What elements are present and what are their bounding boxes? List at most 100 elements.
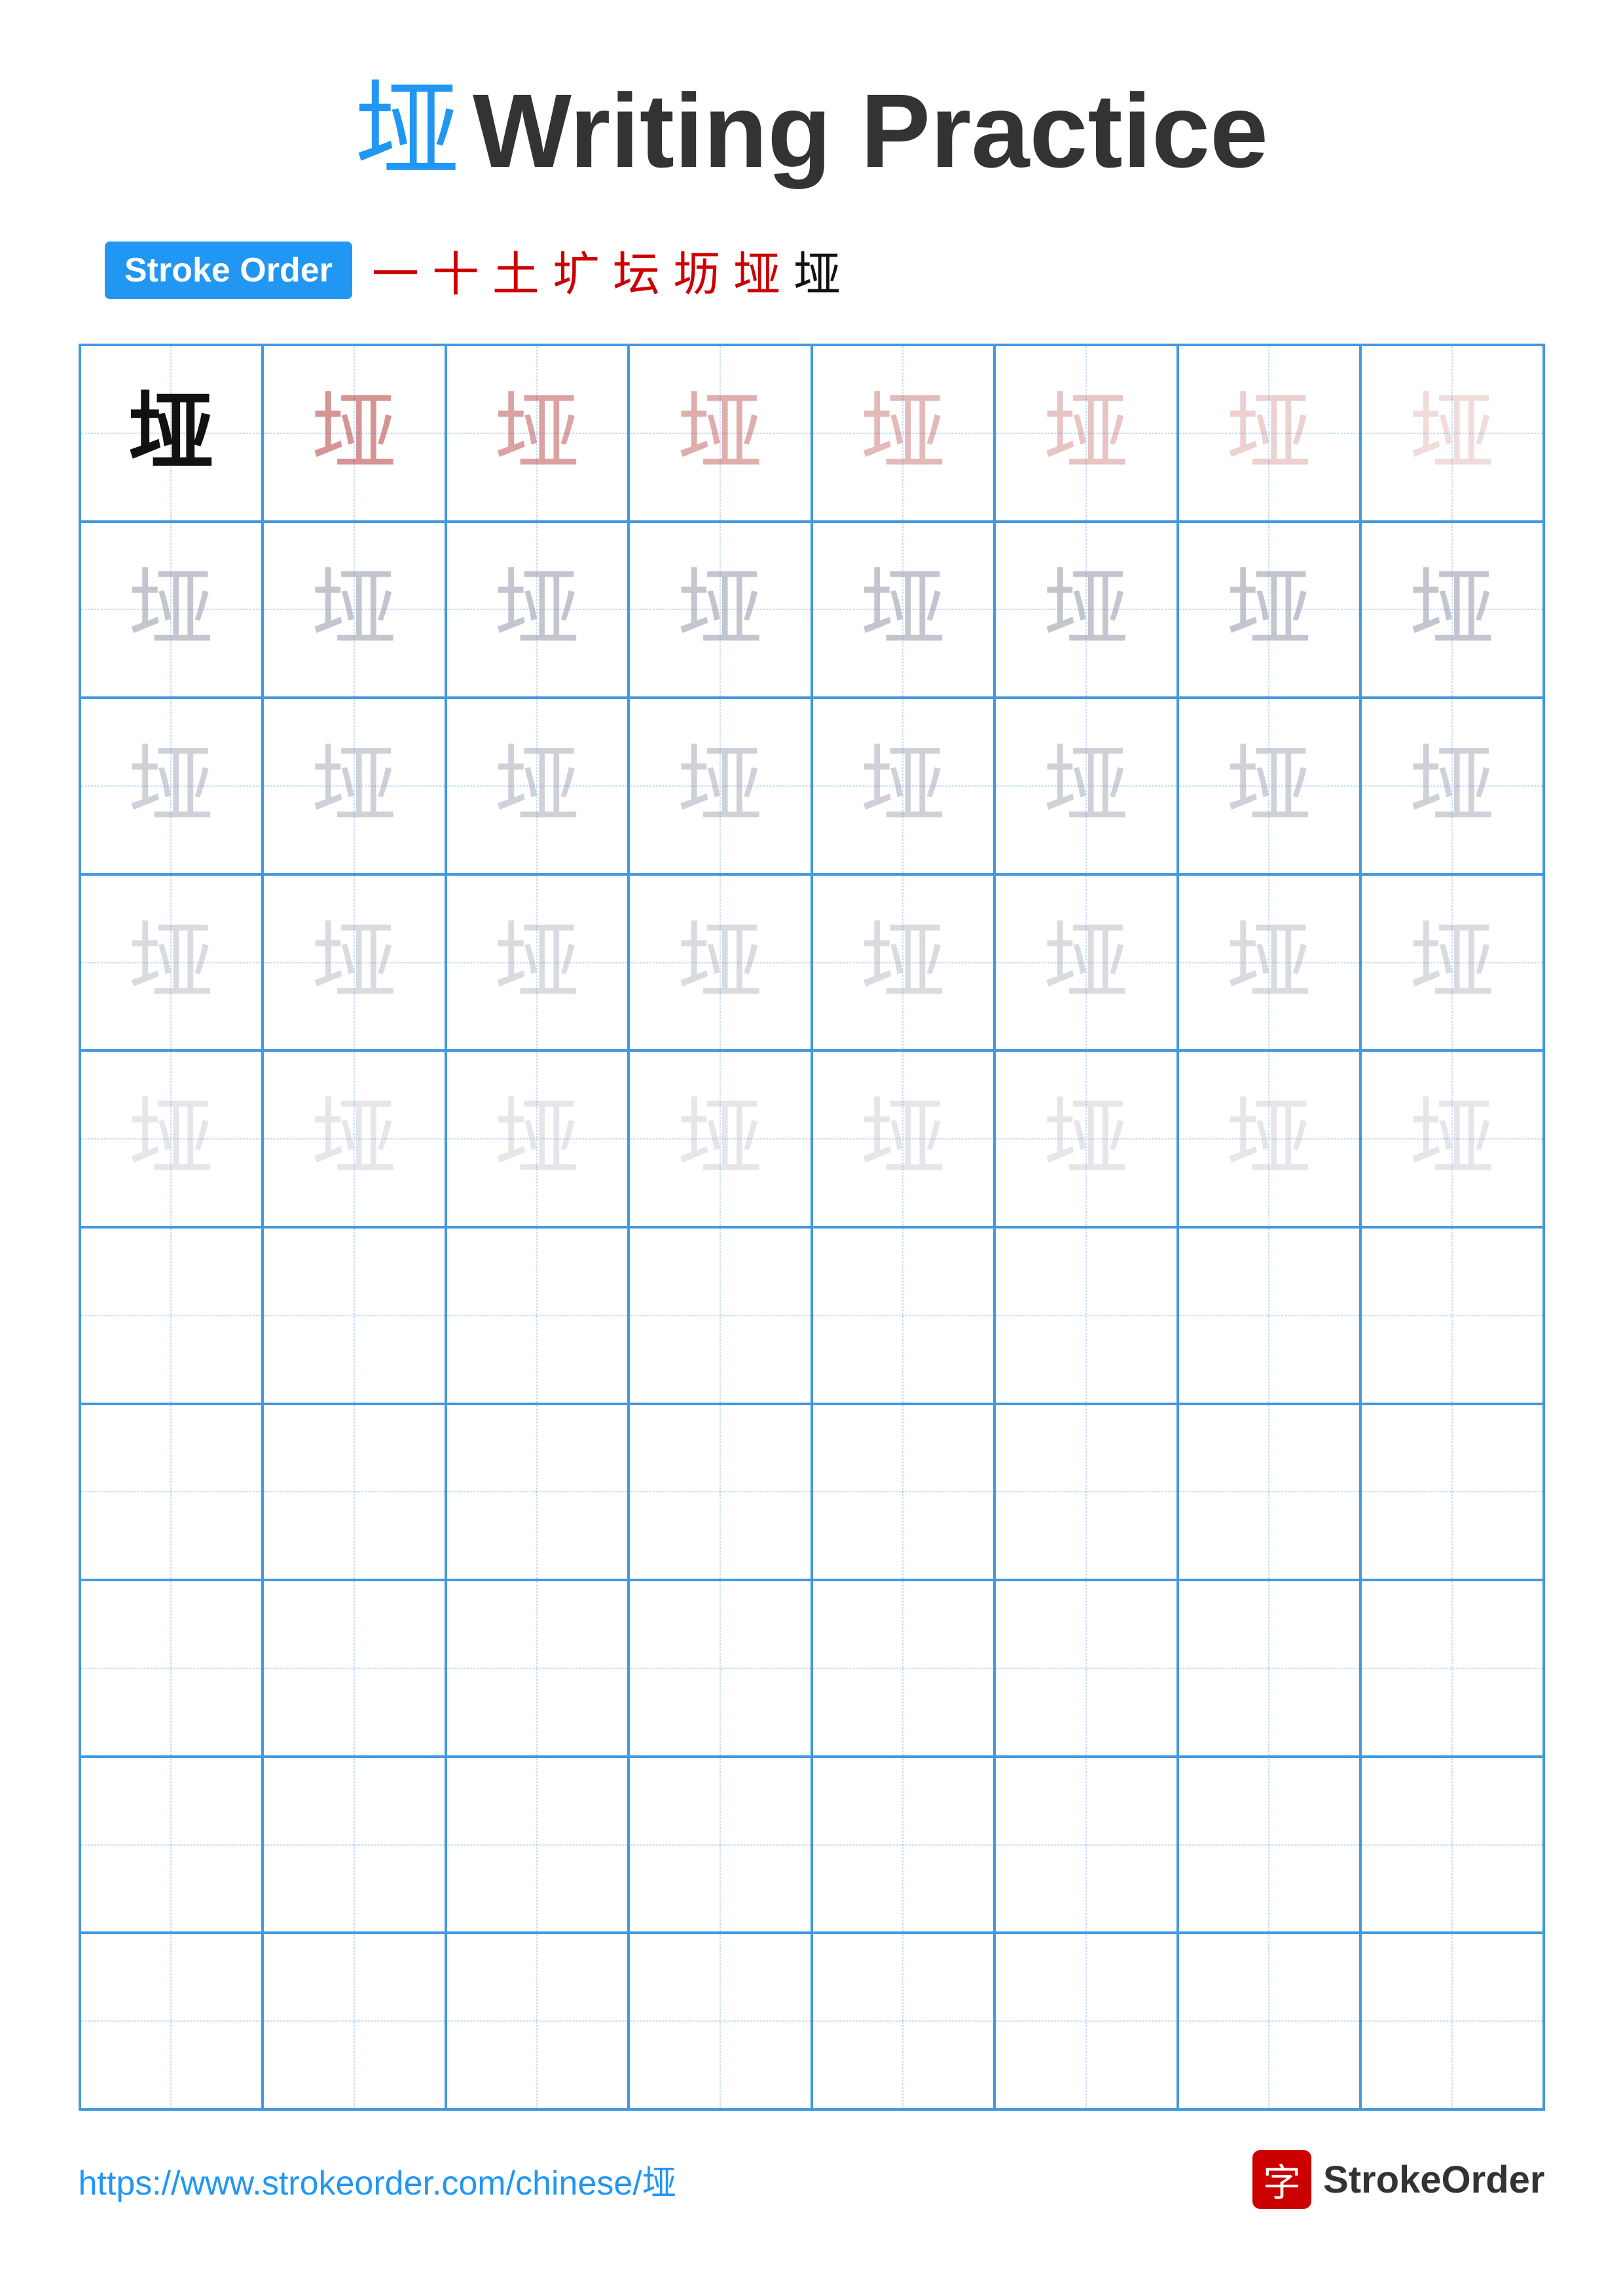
grid-cell-r5c5[interactable]: 垭 xyxy=(812,1050,995,1227)
strokeorder-logo-icon: 字 xyxy=(1252,2150,1311,2209)
grid-cell-r6c5[interactable] xyxy=(812,1227,995,1404)
grid-cell-r3c7[interactable]: 垭 xyxy=(1178,698,1361,874)
grid-cell-r2c1[interactable]: 垭 xyxy=(80,522,263,698)
footer-url[interactable]: https://www.strokeorder.com/chinese/垭 xyxy=(79,2155,676,2204)
grid-cell-r3c4[interactable]: 垭 xyxy=(629,698,812,874)
stroke-8: 垭 xyxy=(793,236,841,304)
practice-char: 垭 xyxy=(1410,567,1495,652)
practice-char: 垭 xyxy=(1410,744,1495,829)
grid-cell-r5c4[interactable]: 垭 xyxy=(629,1050,812,1227)
grid-cell-r3c8[interactable]: 垭 xyxy=(1360,698,1544,874)
grid-cell-r9c2[interactable] xyxy=(263,1757,446,1933)
practice-char: 垭 xyxy=(678,567,763,652)
practice-char: 垭 xyxy=(312,567,397,652)
grid-cell-r7c3[interactable] xyxy=(446,1404,629,1581)
grid-cell-r6c4[interactable] xyxy=(629,1227,812,1404)
grid-cell-r10c7[interactable] xyxy=(1178,1933,1361,2109)
grid-cell-r7c5[interactable] xyxy=(812,1404,995,1581)
stroke-6: 坜 xyxy=(673,236,720,304)
practice-char: 垭 xyxy=(678,1096,763,1181)
grid-cell-r10c4[interactable] xyxy=(629,1933,812,2109)
grid-cell-r1c7[interactable]: 垭 xyxy=(1178,345,1361,522)
grid-cell-r8c6[interactable] xyxy=(994,1580,1178,1757)
stroke-order-chars: 一 十 土 圹 坛 坜 垭 垭 xyxy=(372,236,841,304)
grid-cell-r5c8[interactable]: 垭 xyxy=(1360,1050,1544,1227)
grid-cell-r1c4[interactable]: 垭 xyxy=(629,345,812,522)
grid-cell-r4c7[interactable]: 垭 xyxy=(1178,874,1361,1051)
grid-cell-r9c7[interactable] xyxy=(1178,1757,1361,1933)
grid-cell-r1c8[interactable]: 垭 xyxy=(1360,345,1544,522)
grid-cell-r6c8[interactable] xyxy=(1360,1227,1544,1404)
practice-grid[interactable]: 垭 垭 垭 垭 垭 垭 垭 垭 垭 垭 垭 垭 垭 垭 垭 垭 垭 垭 垭 垭 … xyxy=(79,344,1545,2111)
grid-cell-r5c7[interactable]: 垭 xyxy=(1178,1050,1361,1227)
grid-cell-r7c1[interactable] xyxy=(80,1404,263,1581)
grid-cell-r6c1[interactable] xyxy=(80,1227,263,1404)
grid-cell-r8c8[interactable] xyxy=(1360,1580,1544,1757)
grid-cell-r9c1[interactable] xyxy=(80,1757,263,1933)
grid-cell-r6c2[interactable] xyxy=(263,1227,446,1404)
practice-char: 垭 xyxy=(860,744,945,829)
grid-cell-r6c7[interactable] xyxy=(1178,1227,1361,1404)
grid-cell-r1c2[interactable]: 垭 xyxy=(263,345,446,522)
grid-cell-r4c3[interactable]: 垭 xyxy=(446,874,629,1051)
grid-cell-r10c3[interactable] xyxy=(446,1933,629,2109)
grid-cell-r2c3[interactable]: 垭 xyxy=(446,522,629,698)
grid-cell-r4c4[interactable]: 垭 xyxy=(629,874,812,1051)
grid-cell-r4c1[interactable]: 垭 xyxy=(80,874,263,1051)
grid-cell-r9c5[interactable] xyxy=(812,1757,995,1933)
grid-cell-r1c1[interactable]: 垭 xyxy=(80,345,263,522)
grid-cell-r10c2[interactable] xyxy=(263,1933,446,2109)
grid-cell-r5c1[interactable]: 垭 xyxy=(80,1050,263,1227)
grid-cell-r7c8[interactable] xyxy=(1360,1404,1544,1581)
grid-cell-r7c6[interactable] xyxy=(994,1404,1178,1581)
grid-cell-r7c7[interactable] xyxy=(1178,1404,1361,1581)
grid-cell-r1c5[interactable]: 垭 xyxy=(812,345,995,522)
grid-cell-r5c3[interactable]: 垭 xyxy=(446,1050,629,1227)
grid-cell-r2c7[interactable]: 垭 xyxy=(1178,522,1361,698)
footer-logo-text: StrokeOrder xyxy=(1323,2158,1544,2202)
grid-cell-r10c8[interactable] xyxy=(1360,1933,1544,2109)
grid-cell-r1c6[interactable]: 垭 xyxy=(994,345,1178,522)
stroke-3: 土 xyxy=(492,236,539,304)
grid-cell-r8c5[interactable] xyxy=(812,1580,995,1757)
grid-cell-r2c2[interactable]: 垭 xyxy=(263,522,446,698)
grid-cell-r7c2[interactable] xyxy=(263,1404,446,1581)
practice-char: 垭 xyxy=(494,1096,579,1181)
grid-cell-r4c5[interactable]: 垭 xyxy=(812,874,995,1051)
grid-cell-r7c4[interactable] xyxy=(629,1404,812,1581)
grid-cell-r3c6[interactable]: 垭 xyxy=(994,698,1178,874)
grid-cell-r3c3[interactable]: 垭 xyxy=(446,698,629,874)
practice-char: 垭 xyxy=(494,567,579,652)
grid-cell-r2c4[interactable]: 垭 xyxy=(629,522,812,698)
grid-cell-r10c6[interactable] xyxy=(994,1933,1178,2109)
grid-cell-r8c7[interactable] xyxy=(1178,1580,1361,1757)
grid-cell-r4c8[interactable]: 垭 xyxy=(1360,874,1544,1051)
practice-char: 垭 xyxy=(1044,567,1129,652)
grid-cell-r8c4[interactable] xyxy=(629,1580,812,1757)
grid-cell-r9c4[interactable] xyxy=(629,1757,812,1933)
grid-cell-r2c5[interactable]: 垭 xyxy=(812,522,995,698)
practice-char: 垭 xyxy=(128,567,213,652)
grid-cell-r9c8[interactable] xyxy=(1360,1757,1544,1933)
grid-cell-r4c6[interactable]: 垭 xyxy=(994,874,1178,1051)
grid-cell-r4c2[interactable]: 垭 xyxy=(263,874,446,1051)
grid-cell-r3c2[interactable]: 垭 xyxy=(263,698,446,874)
grid-cell-r6c3[interactable] xyxy=(446,1227,629,1404)
grid-cell-r8c3[interactable] xyxy=(446,1580,629,1757)
grid-cell-r10c1[interactable] xyxy=(80,1933,263,2109)
grid-cell-r9c6[interactable] xyxy=(994,1757,1178,1933)
grid-cell-r2c8[interactable]: 垭 xyxy=(1360,522,1544,698)
grid-cell-r5c6[interactable]: 垭 xyxy=(994,1050,1178,1227)
grid-cell-r3c5[interactable]: 垭 xyxy=(812,698,995,874)
grid-cell-r1c3[interactable]: 垭 xyxy=(446,345,629,522)
grid-cell-r9c3[interactable] xyxy=(446,1757,629,1933)
practice-char: 垭 xyxy=(1226,744,1311,829)
grid-cell-r8c1[interactable] xyxy=(80,1580,263,1757)
practice-char: 垭 xyxy=(678,391,763,476)
grid-cell-r2c6[interactable]: 垭 xyxy=(994,522,1178,698)
grid-cell-r5c2[interactable]: 垭 xyxy=(263,1050,446,1227)
grid-cell-r8c2[interactable] xyxy=(263,1580,446,1757)
grid-cell-r6c6[interactable] xyxy=(994,1227,1178,1404)
grid-cell-r10c5[interactable] xyxy=(812,1933,995,2109)
grid-cell-r3c1[interactable]: 垭 xyxy=(80,698,263,874)
